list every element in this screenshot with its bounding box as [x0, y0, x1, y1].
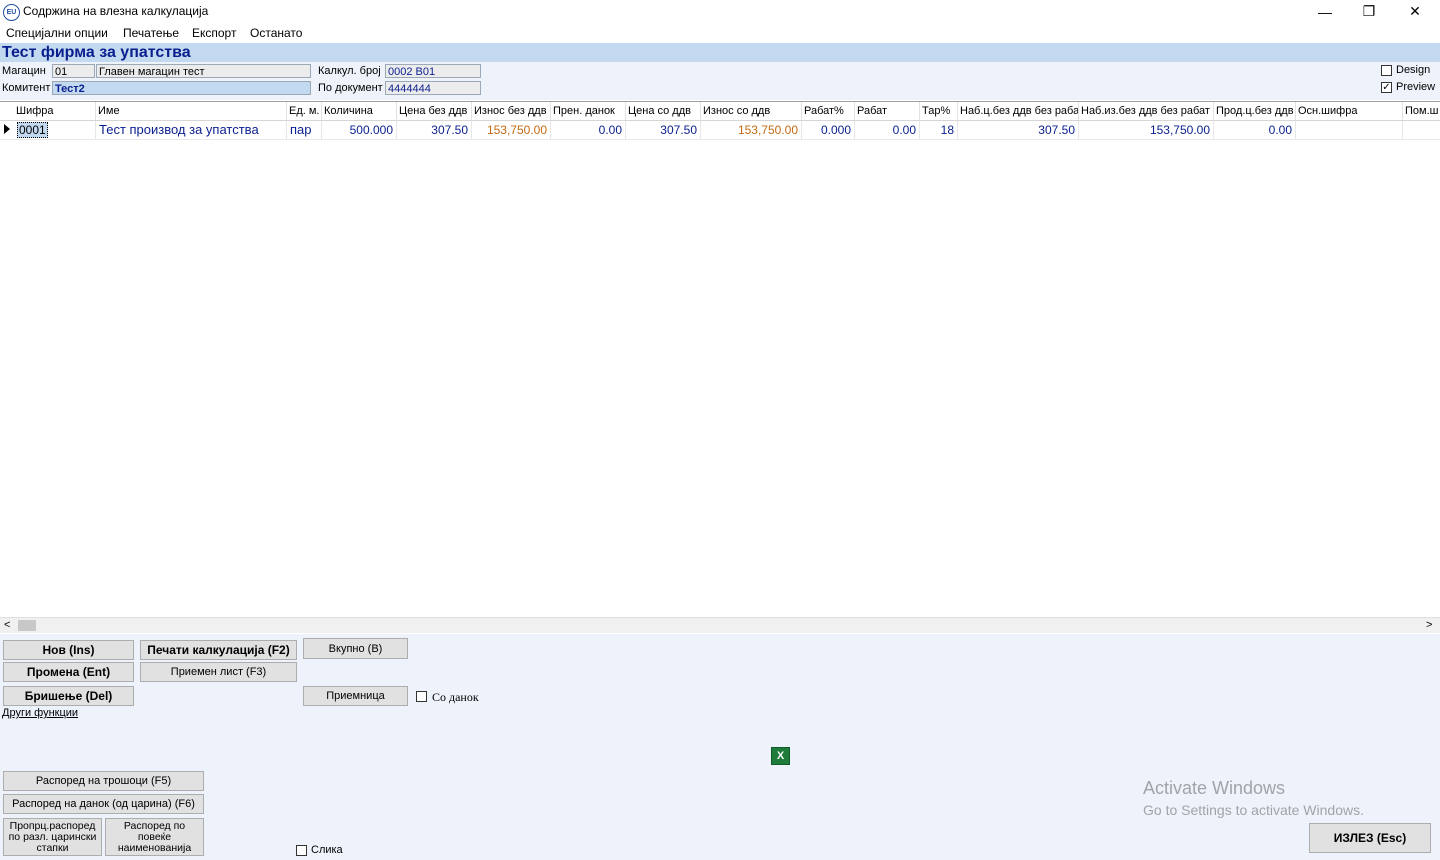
title-bar: EU Содржина на влезна калкулација — ❐ ✕ [0, 0, 1440, 23]
cell-sale-price[interactable]: 0.00 [1214, 121, 1296, 139]
menu-export[interactable]: Експорт [192, 26, 236, 40]
delete-button[interactable]: Бришење (Del) [3, 686, 134, 706]
edit-button[interactable]: Промена (Ent) [3, 662, 134, 682]
client-label: Комитент [2, 82, 51, 94]
cell-tariff-pct[interactable]: 18 [920, 121, 958, 139]
table-row[interactable]: 0001 Тест производ за упатства пар 500.0… [0, 121, 1440, 140]
cell-discount-pct[interactable]: 0.000 [802, 121, 855, 139]
cell-price-with-vat[interactable]: 307.50 [626, 121, 701, 139]
window-title: Содржина на влезна калкулација [23, 4, 209, 18]
preview-checkbox[interactable]: ✓ [1381, 82, 1392, 93]
column-header[interactable]: Прод.ц.без ддв [1214, 102, 1296, 120]
column-header[interactable]: Осн.шифра [1296, 102, 1403, 120]
with-tax-label: Со данок [432, 690, 479, 704]
scroll-thumb[interactable] [18, 620, 36, 631]
receipt-list-button[interactable]: Приемен лист (F3) [140, 662, 297, 682]
column-header[interactable]: Име [96, 102, 287, 120]
minimize-button[interactable]: — [1302, 0, 1348, 23]
scroll-right-icon[interactable]: > [1426, 619, 1432, 631]
horizontal-scrollbar[interactable]: < > [0, 617, 1440, 633]
excel-export-icon[interactable]: X [771, 747, 790, 765]
warehouse-code-field[interactable]: 01 [52, 64, 95, 78]
column-header[interactable]: Наб.ц.без ддв без рабат [958, 102, 1079, 120]
cell-purchase-price[interactable]: 307.50 [958, 121, 1079, 139]
preview-label: Preview [1396, 81, 1436, 93]
cell-unit[interactable]: пар [287, 121, 322, 139]
restore-button[interactable]: ❐ [1346, 0, 1392, 23]
warehouse-label: Магацин [2, 65, 46, 77]
cell-price-no-vat[interactable]: 307.50 [397, 121, 472, 139]
exit-button[interactable]: ИЗЛЕЗ (Esc) [1309, 823, 1431, 853]
tax-distribution-button[interactable]: Распоред на данок (од царина) (F6) [3, 794, 204, 814]
document-label: По документ [318, 82, 383, 94]
column-header[interactable]: Ед. м. [287, 102, 322, 120]
print-calculation-button[interactable]: Печати калкулација (F2) [140, 640, 297, 660]
image-label: Слика [311, 844, 343, 856]
column-header[interactable]: Пом.ш [1403, 102, 1440, 120]
document-field[interactable]: 4444444 [385, 81, 481, 95]
column-header[interactable]: Тар% [920, 102, 958, 120]
column-header[interactable]: Цена со ддв [626, 102, 701, 120]
menu-bar: Специјални опции Печатење Експорт Остана… [0, 23, 1440, 42]
column-header[interactable]: Рабат [855, 102, 920, 120]
cell-quantity[interactable]: 500.000 [322, 121, 397, 139]
menu-special-options[interactable]: Специјални опции [6, 26, 108, 40]
menu-printing[interactable]: Печатење [123, 26, 179, 40]
grid-header: Шифра Име Ед. м. Количина Цена без ддв И… [0, 102, 1440, 121]
calc-number-field[interactable]: 0002 В01 [385, 64, 481, 78]
other-functions-link[interactable]: Други функции [2, 707, 78, 719]
items-grid[interactable]: Шифра Име Ед. м. Количина Цена без ддв И… [0, 101, 1440, 634]
multi-item-distribution-button[interactable]: Распоред по повеќе наименованија [105, 818, 204, 856]
cell-discount[interactable]: 0.00 [855, 121, 920, 139]
column-header[interactable]: Цена без ддв [397, 102, 472, 120]
design-checkbox[interactable] [1381, 65, 1392, 76]
cell-purchase-amount[interactable]: 153,750.00 [1079, 121, 1214, 139]
cell-transferred-tax[interactable]: 0.00 [551, 121, 626, 139]
new-button[interactable]: Нов (Ins) [3, 640, 134, 660]
column-header[interactable]: Износ со ддв [701, 102, 802, 120]
design-label: Design [1396, 64, 1431, 76]
with-tax-checkbox[interactable] [416, 691, 427, 702]
cell-amount-with-vat[interactable]: 153,750.00 [701, 121, 802, 139]
close-button[interactable]: ✕ [1392, 0, 1438, 23]
menu-other[interactable]: Останато [250, 26, 302, 40]
cell-aux-code[interactable] [1403, 121, 1440, 139]
cell-code[interactable]: 0001 [14, 121, 96, 139]
cell-base-code[interactable] [1296, 121, 1403, 139]
activation-watermark-title: Activate Windows [1143, 778, 1286, 798]
proportional-distribution-button[interactable]: Пропрц.распоред по разл. царински стапки [3, 818, 102, 856]
company-band: Тест фирма за упатства [0, 43, 1440, 62]
column-header[interactable]: Износ без ддв [472, 102, 551, 120]
activation-watermark-subtitle: Go to Settings to activate Windows. [1143, 802, 1364, 818]
column-header[interactable]: Количина [322, 102, 397, 120]
image-checkbox[interactable] [296, 845, 307, 856]
cost-distribution-button[interactable]: Распоред на трошоци (F5) [3, 771, 204, 791]
app-icon: EU [3, 4, 20, 21]
scroll-left-icon[interactable]: < [4, 619, 10, 631]
warehouse-name-field[interactable]: Главен магацин тест [96, 64, 311, 78]
header-form: Магацин 01 Главен магацин тест Комитент … [0, 62, 1440, 100]
row-pointer-icon [4, 124, 10, 134]
column-header[interactable]: Прен. данок [551, 102, 626, 120]
total-button[interactable]: Вкупно (B) [303, 638, 408, 659]
column-header[interactable]: Наб.из.без ддв без рабат [1079, 102, 1214, 120]
cell-name[interactable]: Тест производ за упатства [96, 121, 287, 139]
calc-number-label: Калкул. број [318, 65, 381, 77]
client-field[interactable]: Тест2 [52, 81, 311, 95]
cell-amount-no-vat[interactable]: 153,750.00 [472, 121, 551, 139]
receipt-button[interactable]: Приемница [303, 686, 408, 706]
column-header[interactable]: Шифра [14, 102, 96, 120]
column-header[interactable]: Рабат% [802, 102, 855, 120]
company-name: Тест фирма за упатства [2, 44, 191, 61]
